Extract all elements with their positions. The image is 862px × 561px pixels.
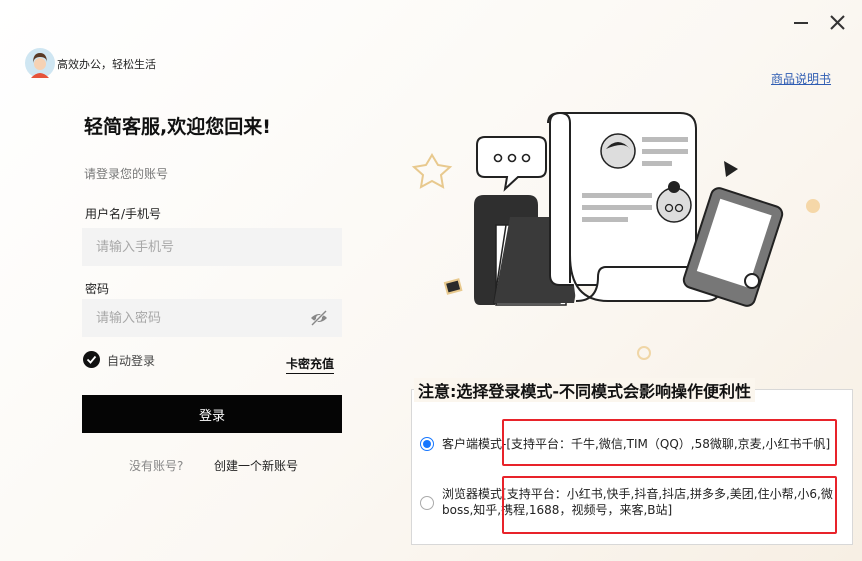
- chat-bubble-icon: [476, 136, 547, 192]
- create-account-link[interactable]: 创建一个新账号: [214, 457, 298, 474]
- username-label: 用户名/手机号: [85, 207, 162, 221]
- client-highlight-box: [502, 419, 837, 466]
- dot-decoration: [806, 199, 820, 213]
- login-button[interactable]: 登录: [82, 395, 342, 433]
- client-mode-label: 客户端模式: [442, 437, 503, 451]
- avatar: [25, 48, 55, 78]
- ring-decoration: [637, 346, 651, 360]
- card-recharge-link[interactable]: 卡密充值: [286, 355, 335, 374]
- no-account-text: 没有账号?: [129, 459, 184, 473]
- phone-icon: [682, 187, 784, 307]
- tagline: 高效办公，轻松生活: [57, 58, 156, 71]
- checkmark-icon: [86, 355, 97, 364]
- login-mode-title: 注意:选择登录模式-不同模式会影响操作便利性: [414, 378, 756, 402]
- username-input[interactable]: [82, 228, 316, 266]
- close-button[interactable]: [826, 10, 850, 34]
- close-icon: [830, 15, 845, 30]
- browser-mode-label: 浏览器模式: [442, 487, 503, 501]
- eye-off-icon[interactable]: [309, 309, 329, 330]
- minimize-icon: [794, 22, 808, 24]
- password-label: 密码: [85, 282, 110, 296]
- login-subtitle: 请登录您的账号: [84, 167, 169, 181]
- browser-highlight-box: [502, 476, 837, 534]
- welcome-title: 轻简客服,欢迎您回来!: [84, 116, 271, 138]
- star-icon: [411, 153, 453, 189]
- product-manual-link[interactable]: 商品说明书: [771, 70, 831, 87]
- square-icon: [443, 278, 463, 295]
- illustration: [411, 111, 820, 360]
- triangle-icon: [724, 161, 738, 177]
- password-input[interactable]: [82, 299, 316, 337]
- password-field-container: [82, 299, 342, 337]
- client-mode-radio[interactable]: [420, 437, 434, 451]
- auto-login-checkbox[interactable]: [83, 351, 100, 368]
- browser-mode-radio[interactable]: [420, 496, 434, 510]
- username-field-container: [82, 228, 342, 266]
- auto-login-label[interactable]: 自动登录: [107, 352, 155, 369]
- minimize-button[interactable]: [789, 10, 813, 34]
